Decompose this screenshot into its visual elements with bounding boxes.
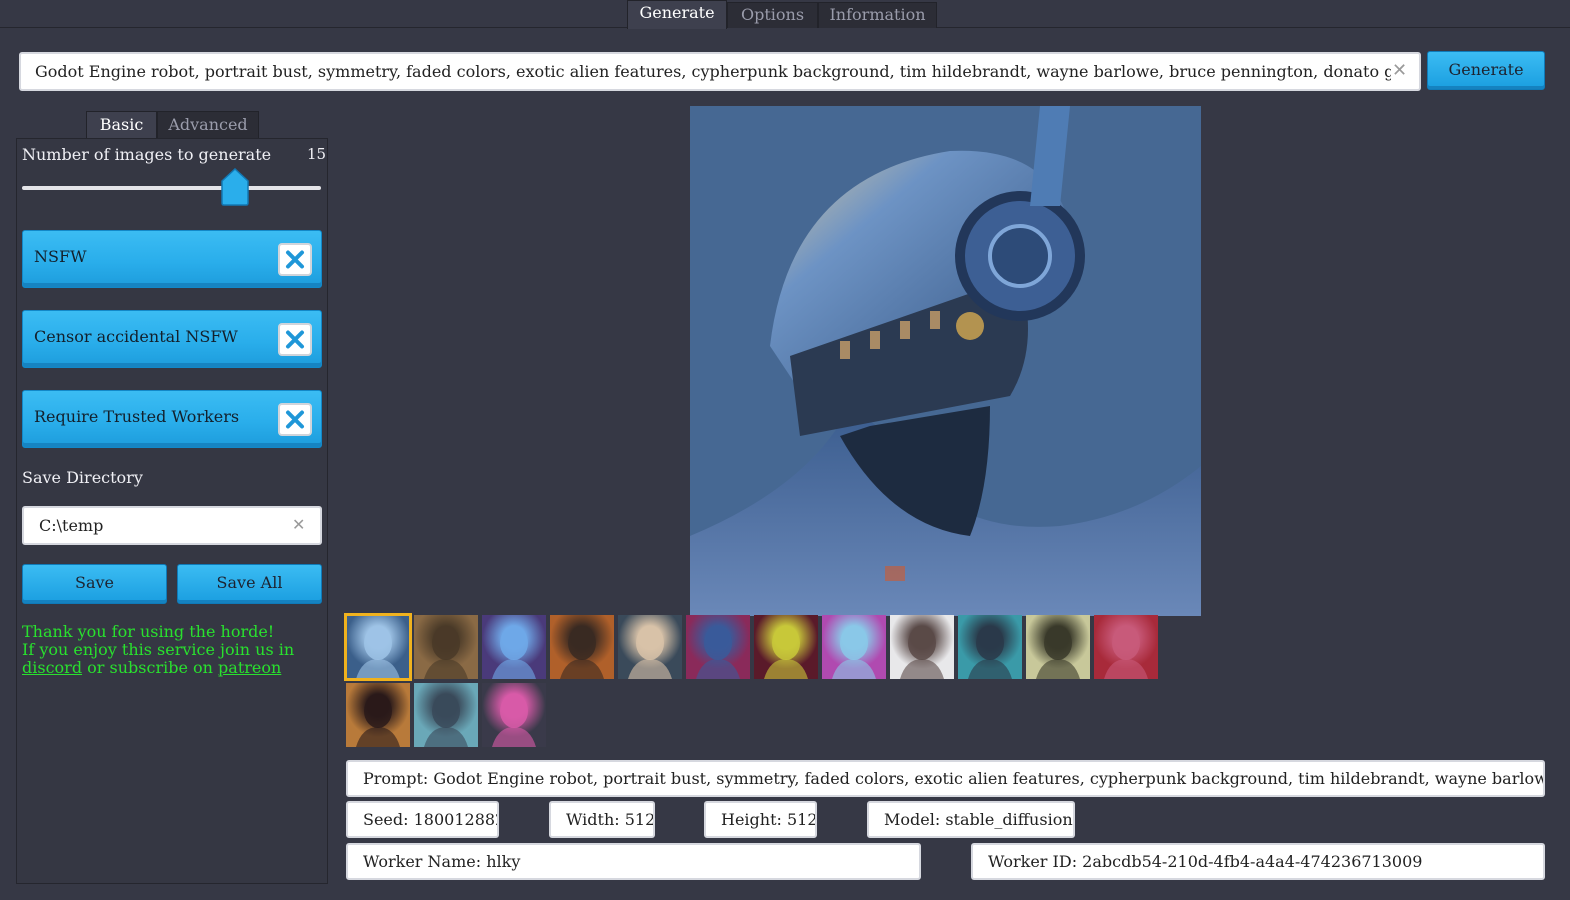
nsfw-toggle[interactable]: NSFW — [22, 230, 322, 288]
trusted-workers-toggle[interactable]: Require Trusted Workers — [22, 390, 322, 448]
thumbnail[interactable] — [1026, 615, 1090, 679]
thumbnail[interactable] — [550, 615, 614, 679]
num-images-label: Number of images to generate — [22, 145, 272, 164]
thumbnail-portrait — [356, 626, 400, 679]
info-seed: Seed: 1800128821 — [346, 801, 499, 838]
tab-basic[interactable]: Basic — [86, 111, 157, 139]
info-height: Height: 512 — [704, 801, 817, 838]
prompt-input-text: Godot Engine robot, portrait bust, symme… — [35, 62, 1391, 81]
slider-thumb[interactable] — [221, 168, 249, 206]
num-images-slider[interactable] — [22, 186, 321, 190]
top-tab-bar: Generate Options Information — [0, 0, 1570, 29]
thumbnail-portrait — [1104, 626, 1148, 679]
save-all-button[interactable]: Save All — [177, 564, 322, 604]
tab-options[interactable]: Options — [727, 2, 818, 28]
prompt-input[interactable]: Godot Engine robot, portrait bust, symme… — [19, 52, 1421, 91]
save-directory-clear-icon[interactable]: ✕ — [292, 515, 305, 534]
thumbnail-portrait — [492, 626, 536, 679]
thumbnail[interactable] — [344, 613, 412, 681]
thumbnail[interactable] — [754, 615, 818, 679]
info-width: Width: 512 — [549, 801, 655, 838]
tab-generate[interactable]: Generate — [627, 0, 727, 29]
tab-advanced[interactable]: Advanced — [157, 111, 259, 139]
thumbnail[interactable] — [958, 615, 1022, 679]
thumbnail[interactable] — [482, 615, 546, 679]
close-icon — [286, 330, 304, 349]
thumbnail-portrait — [356, 694, 400, 747]
prompt-clear-icon[interactable]: ✕ — [1392, 60, 1407, 81]
thumbnail[interactable] — [414, 615, 478, 679]
save-directory-input[interactable]: C:\temp — [22, 506, 322, 545]
save-button[interactable]: Save — [22, 564, 167, 604]
thumbnail-portrait — [492, 694, 536, 747]
trusted-workers-checkbox[interactable] — [278, 403, 312, 436]
num-images-value: 15 — [307, 145, 327, 163]
thumbnail-portrait — [900, 626, 944, 679]
info-prompt: Prompt: Godot Engine robot, portrait bus… — [346, 760, 1545, 797]
tab-information[interactable]: Information — [818, 2, 937, 28]
nsfw-checkbox[interactable] — [278, 243, 312, 276]
generated-image[interactable] — [690, 106, 1201, 616]
discord-link[interactable]: discord — [22, 658, 82, 677]
thumbnail[interactable] — [414, 683, 478, 747]
thumbnail-portrait — [628, 626, 672, 679]
thumbnail-portrait — [1036, 626, 1080, 679]
thumbnail-portrait — [764, 626, 808, 679]
thumbnail[interactable] — [482, 683, 546, 747]
censor-nsfw-toggle[interactable]: Censor accidental NSFW — [22, 310, 322, 368]
censor-nsfw-label: Censor accidental NSFW — [34, 327, 238, 346]
thumbnail-portrait — [968, 626, 1012, 679]
thumbnail-portrait — [696, 626, 740, 679]
thumbnail[interactable] — [618, 615, 682, 679]
thumbnail[interactable] — [1094, 615, 1158, 679]
trusted-workers-label: Require Trusted Workers — [34, 407, 240, 426]
generate-button[interactable]: Generate — [1427, 51, 1545, 90]
close-icon — [286, 250, 304, 269]
thumbnail[interactable] — [346, 683, 410, 747]
thumbnail[interactable] — [890, 615, 954, 679]
thumbnail-portrait — [832, 626, 876, 679]
info-worker-id: Worker ID: 2abcdb54-210d-4fb4-a4a4-47423… — [971, 843, 1545, 880]
save-directory-label: Save Directory — [22, 468, 143, 487]
patreon-link[interactable]: patreon — [218, 658, 281, 677]
info-worker-name: Worker Name: hlky — [346, 843, 921, 880]
thumbnail-portrait — [424, 626, 468, 679]
thumbnail-portrait — [560, 626, 604, 679]
censor-nsfw-checkbox[interactable] — [278, 323, 312, 356]
subscribe-text: or subscribe on — [87, 658, 213, 677]
robot-portrait-image — [690, 106, 1201, 616]
thumbnail-portrait — [424, 694, 468, 747]
close-icon — [286, 410, 304, 429]
thanks-line-1: Thank you for using the horde! — [22, 622, 275, 641]
thumbnail[interactable] — [822, 615, 886, 679]
save-directory-value: C:\temp — [39, 516, 104, 535]
thanks-message: Thank you for using the horde! If you en… — [22, 623, 322, 677]
thanks-line-2: If you enjoy this service join us in — [22, 640, 295, 659]
thumbnail[interactable] — [686, 615, 750, 679]
info-model: Model: stable_diffusion — [867, 801, 1075, 838]
nsfw-label: NSFW — [34, 247, 87, 266]
